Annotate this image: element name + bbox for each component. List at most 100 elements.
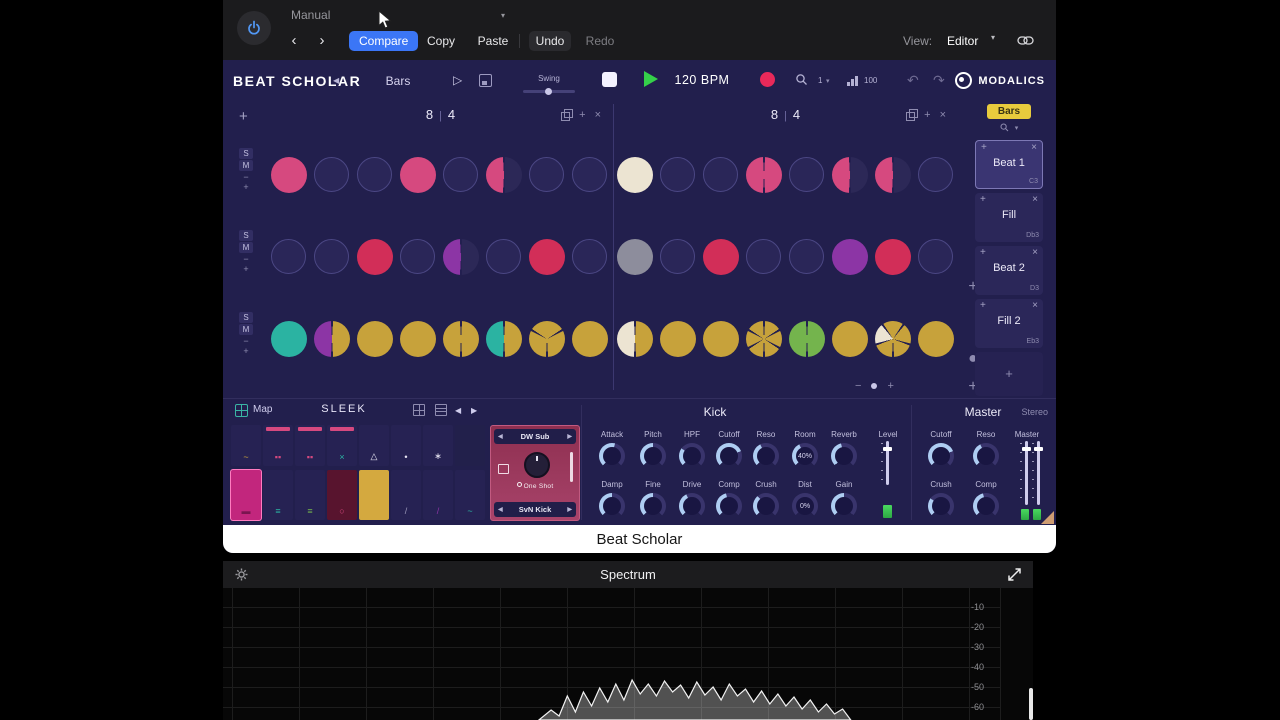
knob-cutoff[interactable] [928, 443, 954, 469]
drum-pad-1-8[interactable] [455, 425, 485, 466]
knob-cutoff[interactable] [716, 443, 742, 469]
bars-mode-label[interactable]: Bars [381, 74, 415, 88]
step-3-11[interactable] [703, 321, 739, 357]
level-fader[interactable] [881, 441, 892, 485]
step-2-9[interactable] [617, 239, 653, 275]
master-fader-left[interactable] [1020, 441, 1031, 505]
zoom-out-button[interactable]: − [855, 380, 861, 392]
step-2-10[interactable] [660, 239, 695, 274]
power-button[interactable] [237, 11, 271, 45]
step-3-5[interactable] [443, 321, 479, 357]
step-1-10[interactable] [660, 157, 695, 192]
knob-reso[interactable] [753, 443, 779, 469]
solo-button[interactable]: S [239, 148, 253, 159]
step-2-15[interactable] [875, 239, 911, 275]
knob-comp[interactable] [973, 493, 999, 519]
drum-pad-1-7[interactable]: ∗ [423, 425, 453, 466]
step-1-2[interactable] [314, 157, 349, 192]
pattern-add-icon[interactable]: + [981, 142, 987, 153]
sample-knob[interactable] [524, 452, 550, 478]
row-remove-button[interactable]: − [237, 336, 255, 346]
pattern-beat-2[interactable]: + × Beat 2 D3 [975, 246, 1043, 295]
pattern-beat-1[interactable]: + × Beat 1 C3 [975, 140, 1043, 189]
step-3-16[interactable] [918, 321, 954, 357]
pattern-close-icon[interactable]: × [1032, 247, 1038, 258]
pattern-add-slot[interactable]: + [975, 352, 1043, 396]
step-1-9[interactable] [617, 157, 653, 193]
knob-fine[interactable] [640, 493, 666, 519]
step-3-15[interactable] [875, 321, 911, 357]
drum-pad-1-6[interactable]: • [391, 425, 421, 466]
solo-button[interactable]: S [239, 230, 253, 241]
paste-button[interactable]: Paste [469, 31, 517, 51]
pattern-close-icon[interactable]: × [1032, 300, 1038, 311]
swing-control[interactable]: Swing [523, 68, 575, 95]
map-label[interactable]: Map [253, 404, 272, 415]
knob-dist[interactable]: 0% [792, 493, 818, 519]
pattern-add-icon[interactable]: + [980, 194, 986, 205]
pattern-play-icon[interactable]: ▷ [453, 73, 462, 87]
save-icon[interactable] [479, 74, 492, 87]
redo-button[interactable]: Redo [579, 31, 621, 51]
master-fader-right[interactable] [1032, 441, 1043, 505]
mute-button[interactable]: M [239, 160, 253, 171]
stop-button[interactable] [602, 72, 617, 87]
mute-button[interactable]: M [239, 324, 253, 335]
row-add-button[interactable]: + [237, 264, 255, 274]
knob-gain[interactable] [831, 493, 857, 519]
sample-selector[interactable]: ◀ SvN Kick ▶ [494, 502, 576, 517]
step-1-6[interactable] [486, 157, 522, 193]
step-2-11[interactable] [703, 239, 739, 275]
step-2-3[interactable] [357, 239, 393, 275]
step-1-3[interactable] [357, 157, 392, 192]
solo-button[interactable]: S [239, 312, 253, 323]
drum-pad-1-3[interactable]: ▪▪ [295, 425, 325, 466]
time-signature[interactable]: 8 | 4 [426, 107, 455, 122]
step-3-14[interactable] [832, 321, 868, 357]
drum-pad-1-4[interactable]: × [327, 425, 357, 466]
drum-pad-2-4[interactable]: ○ [327, 470, 357, 520]
row-remove-button[interactable]: − [237, 172, 255, 182]
pattern-add-icon[interactable]: + [980, 300, 986, 311]
resize-corner[interactable] [1041, 511, 1054, 524]
step-3-1[interactable] [271, 321, 307, 357]
knob-crush[interactable] [928, 493, 954, 519]
next-icon[interactable]: ▶ [567, 506, 572, 513]
step-3-4[interactable] [400, 321, 436, 357]
nav-forward-button[interactable]: › [311, 31, 333, 51]
add-bar-button[interactable]: + [239, 108, 248, 125]
next-icon[interactable]: ▶ [567, 433, 572, 440]
list-view-icon[interactable] [435, 404, 447, 416]
step-2-8[interactable] [572, 239, 607, 274]
step-2-6[interactable] [486, 239, 521, 274]
kit-prev-button[interactable]: ◀ [455, 406, 461, 415]
step-1-7[interactable] [529, 157, 564, 192]
pattern-fill[interactable]: + × Fill Db3 [975, 193, 1043, 242]
compare-button[interactable]: Compare [349, 31, 419, 51]
knob-reverb[interactable] [831, 443, 857, 469]
zoom-in-button[interactable]: + [887, 380, 893, 392]
swing-slider[interactable] [523, 88, 575, 95]
remove-section-button[interactable]: × [940, 109, 946, 121]
knob-comp[interactable] [716, 493, 742, 519]
prev-icon[interactable]: ◀ [498, 506, 503, 513]
duplicate-section-icon[interactable] [906, 109, 919, 121]
step-3-8[interactable] [572, 321, 608, 357]
step-3-7[interactable] [529, 321, 565, 357]
remove-section-button[interactable]: × [595, 109, 601, 121]
map-toggle-icon[interactable] [235, 404, 248, 417]
step-2-4[interactable] [400, 239, 435, 274]
spectrum-scrollbar[interactable] [1029, 688, 1033, 720]
drum-pad-2-5[interactable] [359, 470, 389, 520]
undo-button[interactable]: Undo [529, 31, 571, 51]
knob-drive[interactable] [679, 493, 705, 519]
step-1-14[interactable] [832, 157, 868, 193]
step-3-9[interactable] [617, 321, 653, 357]
step-1-1[interactable] [271, 157, 307, 193]
step-2-12[interactable] [746, 239, 781, 274]
knob-damp[interactable] [599, 493, 625, 519]
prev-icon[interactable]: ◀ [498, 433, 503, 440]
step-3-3[interactable] [357, 321, 393, 357]
play-button[interactable] [644, 71, 658, 87]
step-1-12[interactable] [746, 157, 782, 193]
